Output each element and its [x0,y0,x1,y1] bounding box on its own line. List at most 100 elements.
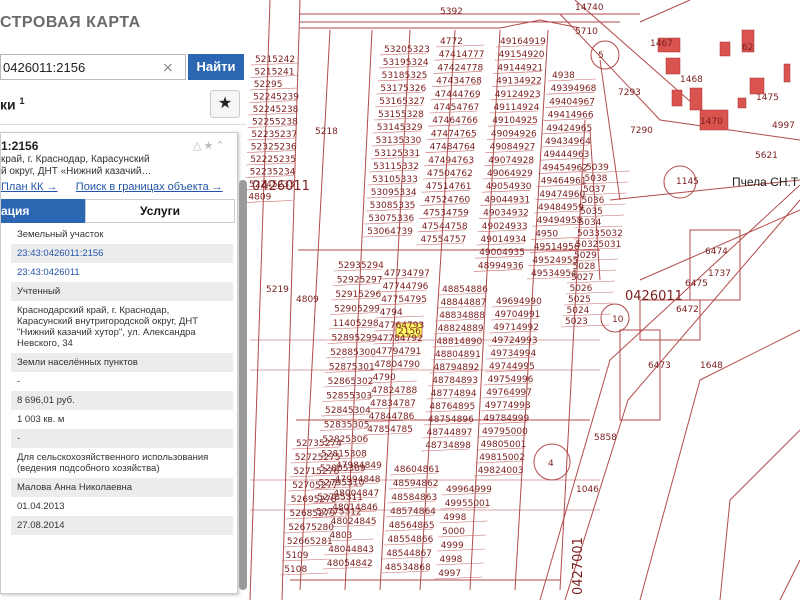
parcel-number: 50325031 [576,240,622,250]
parcel-number: 48004847 [333,489,379,499]
search-input[interactable]: 0426011:2156 [0,54,186,80]
parcel-number: 47804790 [374,360,420,370]
map-title: СТРОВАЯ КАРТА [0,14,141,31]
tab-services[interactable]: Услуги [85,199,235,223]
parcel-number: 47844786 [369,412,415,422]
parcel-number: 5218 [315,127,338,137]
parcel-number: 49514956 [534,243,580,253]
quarter-label-east: 0426011 [625,289,683,304]
parcel-number: 1475 [756,93,779,103]
parcel-number: 47824788 [371,386,417,396]
parcel-number: 5024 [567,306,590,316]
poi-label: Пчела СН.Т [732,175,799,189]
parcel-number: 5219 [266,285,289,295]
parcel-number: 47854785 [367,425,413,435]
parcel-number: 52925297 [337,276,383,286]
parcel-number: 1046 [576,485,599,495]
parcel-number: 52225235 [250,155,296,165]
info-row: 01.04.2013 [17,501,65,512]
parcel-number: 52895299 [332,334,378,344]
parcel-number: 5621 [755,151,778,161]
info-row: Земельный участок [17,229,104,240]
info-row: 1 003 кв. м [17,414,65,425]
info-rows: Земельный участок 23:43:0426011:2156 23:43… [11,225,233,535]
parcel-number: 52695278 [291,495,337,505]
star-icon[interactable]: ★ [210,90,240,118]
parcel-number: 49014934 [481,235,527,245]
parcel-number: 49734994 [490,349,536,359]
parcel-number: 53105333 [372,175,418,185]
parcel-number: 49144921 [497,63,543,73]
parcel-number: 49464961 [541,177,587,187]
info-row: Земли населённых пунктов [11,353,233,372]
parcel-number: 47744796 [383,282,429,292]
parcel-number: 62 [742,43,753,53]
parcel-number: 49064929 [487,169,533,179]
parcel-number: 52705277 [292,481,338,491]
parcel-number: 48054842 [327,559,373,569]
parcel-number: 47514761 [426,182,472,192]
info-row[interactable]: 23:43:0426011 [11,263,233,282]
parcel-number: 52875301 [329,363,375,373]
parcel-number: 47994848 [335,475,381,485]
parcel-number: 49784999 [483,414,529,424]
card-action-icons[interactable]: △★⌃ [193,139,227,152]
parcel-number: 52725275 [295,453,341,463]
info-row-link[interactable]: 23:43:0426011 [17,267,80,278]
parcel-number: 6472 [676,305,699,315]
parcel-number: 49774998 [485,401,531,411]
info-row: Краснодарский край, г. Краснодар, Карасу… [17,305,199,349]
close-icon[interactable]: × [162,60,174,76]
info-row: 8 696,01 руб. [11,391,233,410]
parcel-number: 47504762 [427,169,473,179]
parcel-number: 53185325 [382,71,428,81]
parcel-number: 49124923 [495,90,541,100]
parcel-number: 48844887 [441,298,487,308]
parcel-number: 5034 [579,218,602,228]
parcel-number: 52245239 [253,93,299,103]
card-tabs: ация Услуги [1,199,235,223]
parcel-number: 48824889 [438,324,484,334]
parcel-number: 49964999 [446,485,492,495]
info-row: 27.08.2014 [11,516,233,535]
parcel-number: 4999 [441,541,464,551]
parcel-number: 49795000 [482,427,528,437]
parcel-number: 52235234 [250,168,296,178]
parcel-number: 47484764 [430,143,476,153]
scroll-thumb[interactable] [239,180,247,590]
parcel-number: 53145329 [377,123,423,133]
tab-info[interactable]: ация [1,199,85,223]
parcel-number: 47444769 [435,90,481,100]
parcel-number: 48594862 [393,479,439,489]
parcel-number: 49394968 [551,84,597,94]
parcel-number: 52935294 [338,261,384,271]
info-row: Малова Анна Николаевна [11,478,233,497]
scrollbar[interactable] [239,180,247,590]
quarter-label-west: 0426011 [252,179,310,194]
parcel-number: 49044931 [484,195,530,205]
parcel-number: 49054930 [486,182,532,192]
parcel-number: 48764895 [429,402,475,412]
info-row-link[interactable]: 23:43:0426011:2156 [17,248,103,259]
parcel-number: 4950 [535,229,558,239]
parcel-number: 1468 [680,75,703,85]
plan-link[interactable]: План КК → [1,181,57,193]
parcel-number: 52715276 [293,467,339,477]
parcel-number: 1145 [676,177,699,187]
parcel-number: 48814890 [436,337,482,347]
find-button[interactable]: Найти [188,54,244,80]
parcel-number: 49824003 [478,466,524,476]
parcel-number: 52665281 [287,537,333,547]
search-in-bounds-link[interactable]: Поиск в границах объекта → [76,181,223,193]
quarter-label-south: 0427001 [571,537,586,595]
info-row[interactable]: 23:43:0426011:2156 [11,244,233,263]
parcel-number: 53165327 [379,97,425,107]
parcel-number: 49955001 [445,499,491,509]
parcel-number: 49805001 [481,440,527,450]
parcel-number: 4809 [296,295,319,305]
parcel-number: 52835305 [324,421,370,431]
parcel-number: 48994936 [478,261,524,271]
parcel-number: 14740 [575,3,604,13]
parcel-number: 49414966 [548,111,594,121]
parcel-number: 48754896 [428,415,474,425]
